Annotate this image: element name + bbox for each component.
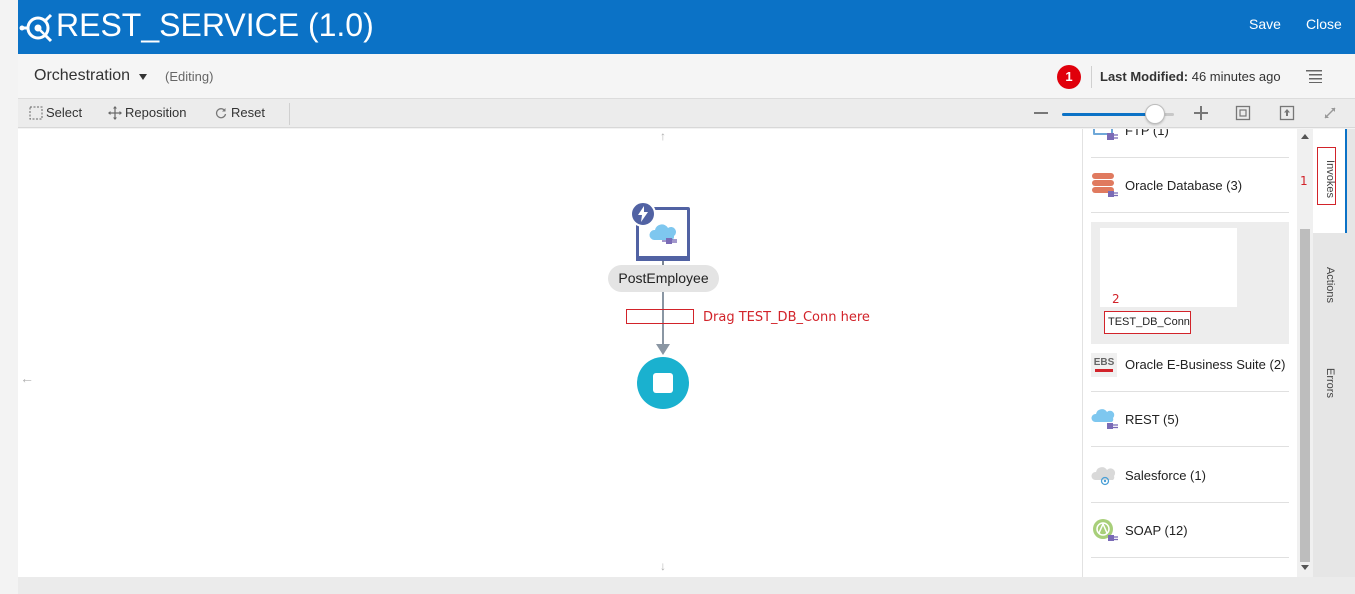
reposition-tool-button[interactable]: Reposition	[108, 105, 186, 120]
zoom-slider-fill	[1062, 113, 1155, 116]
salesforce-cloud-icon	[1091, 467, 1116, 486]
notification-badge[interactable]: 1	[1057, 65, 1081, 89]
scroll-down-arrow-icon[interactable]: ↓	[660, 559, 666, 573]
oracle-database-icon	[1092, 173, 1118, 197]
lightning-bolt-icon	[638, 206, 648, 222]
end-node[interactable]	[637, 357, 689, 409]
palette-scrollbar[interactable]	[1297, 129, 1313, 577]
scroll-left-arrow-icon[interactable]: ←	[20, 370, 34, 386]
canvas-toolbar: Select Reposition Reset	[18, 99, 1355, 128]
divider	[289, 103, 290, 125]
app-header: REST_SERVICE (1.0) Save Close	[18, 0, 1355, 54]
orchestration-canvas[interactable]: ↑ ← ↓ PostEmployee Drag TEST_DB_Conn her…	[18, 129, 1082, 577]
select-label: Select	[46, 105, 83, 120]
tab-errors[interactable]: Errors	[1313, 339, 1347, 429]
mode-dropdown[interactable]: Orchestration	[34, 67, 130, 85]
invokes-tab-highlight	[1317, 147, 1336, 205]
save-button[interactable]: Save	[1249, 16, 1281, 32]
close-button[interactable]: Close	[1306, 16, 1342, 32]
palette-item-label: Salesforce (1)	[1125, 468, 1206, 483]
hamburger-menu-icon[interactable]	[1306, 69, 1322, 83]
connection-preview	[1100, 228, 1237, 307]
scroll-up-arrow-icon[interactable]: ↑	[660, 129, 666, 143]
palette-item-label: Oracle Database (3)	[1125, 178, 1243, 193]
last-modified: Last Modified: 46 minutes ago	[1100, 69, 1281, 84]
svg-text:EBS: EBS	[1094, 357, 1115, 368]
palette-item-label: SOAP (12)	[1125, 523, 1188, 538]
palette-item-salesforce[interactable]: Salesforce (1)	[1091, 448, 1289, 503]
ebs-icon: EBS	[1091, 353, 1117, 377]
scrollbar-thumb[interactable]	[1300, 229, 1310, 562]
reset-label: Reset	[231, 105, 265, 120]
trigger-badge	[630, 201, 656, 227]
tab-errors-label: Errors	[1324, 368, 1336, 398]
palette-item-label: FTP (1)	[1125, 129, 1169, 138]
editor-subheader: Orchestration (Editing) 1 Last Modified:…	[18, 54, 1355, 99]
annotation-number-2: 2	[1112, 292, 1120, 306]
drag-hint-annotation: Drag TEST_DB_Conn here	[703, 310, 870, 325]
move-icon	[108, 106, 122, 120]
zoom-slider-handle[interactable]	[1145, 104, 1165, 124]
last-modified-value: 46 minutes ago	[1191, 69, 1281, 84]
soap-icon	[1093, 519, 1118, 541]
palette-item-oracle-ebs[interactable]: EBS Oracle E-Business Suite (2)	[1091, 337, 1289, 392]
canvas-bottom-bar	[18, 577, 1355, 594]
drop-zone[interactable]	[626, 309, 694, 324]
editing-status: (Editing)	[165, 69, 214, 84]
zoom-out-icon[interactable]	[1032, 104, 1050, 122]
reposition-label: Reposition	[125, 105, 187, 120]
annotation-number-1: 1	[1300, 174, 1308, 188]
invokes-palette: FTP (1) Oracle Database (3) 2 TEST_DB_Co…	[1082, 129, 1313, 577]
palette-item-ftp[interactable]: FTP (1)	[1091, 129, 1289, 158]
palette-item-rest[interactable]: REST (5)	[1091, 392, 1289, 447]
integration-logo-icon	[19, 13, 53, 43]
select-icon	[29, 106, 43, 120]
stop-icon	[653, 373, 673, 393]
last-modified-label: Last Modified:	[1100, 69, 1189, 84]
scroll-up-icon[interactable]	[1301, 134, 1309, 139]
ftp-icon	[1093, 129, 1118, 140]
reset-tool-button[interactable]: Reset	[214, 105, 265, 120]
connection-list-panel: 2 TEST_DB_Conn	[1091, 222, 1289, 344]
tab-actions-label: Actions	[1324, 266, 1336, 304]
scroll-down-icon[interactable]	[1301, 565, 1309, 570]
tab-actions[interactable]: Actions	[1313, 239, 1347, 329]
integration-editor: REST_SERVICE (1.0) Save Close Orchestrat…	[0, 0, 1355, 594]
export-icon[interactable]	[1279, 105, 1295, 121]
palette-item-soap[interactable]: SOAP (12)	[1091, 503, 1289, 558]
fit-to-screen-icon[interactable]	[1235, 105, 1251, 121]
zoom-in-icon[interactable]	[1192, 104, 1210, 122]
connection-item-test-db-conn[interactable]: TEST_DB_Conn	[1104, 311, 1191, 334]
chevron-down-icon[interactable]	[139, 74, 147, 80]
palette-item-label: REST (5)	[1125, 412, 1179, 427]
reset-icon	[215, 108, 227, 119]
rest-cloud-icon	[1091, 409, 1118, 429]
palette-item-oracle-database[interactable]: Oracle Database (3)	[1091, 158, 1289, 213]
expand-icon[interactable]	[1322, 105, 1338, 121]
flow-arrowhead	[656, 344, 670, 355]
trigger-node-label[interactable]: PostEmployee	[608, 265, 719, 292]
select-tool-button[interactable]: Select	[29, 105, 82, 120]
divider	[1091, 66, 1092, 88]
page-title: REST_SERVICE (1.0)	[56, 7, 374, 43]
palette-item-label: Oracle E-Business Suite (2)	[1125, 357, 1286, 372]
